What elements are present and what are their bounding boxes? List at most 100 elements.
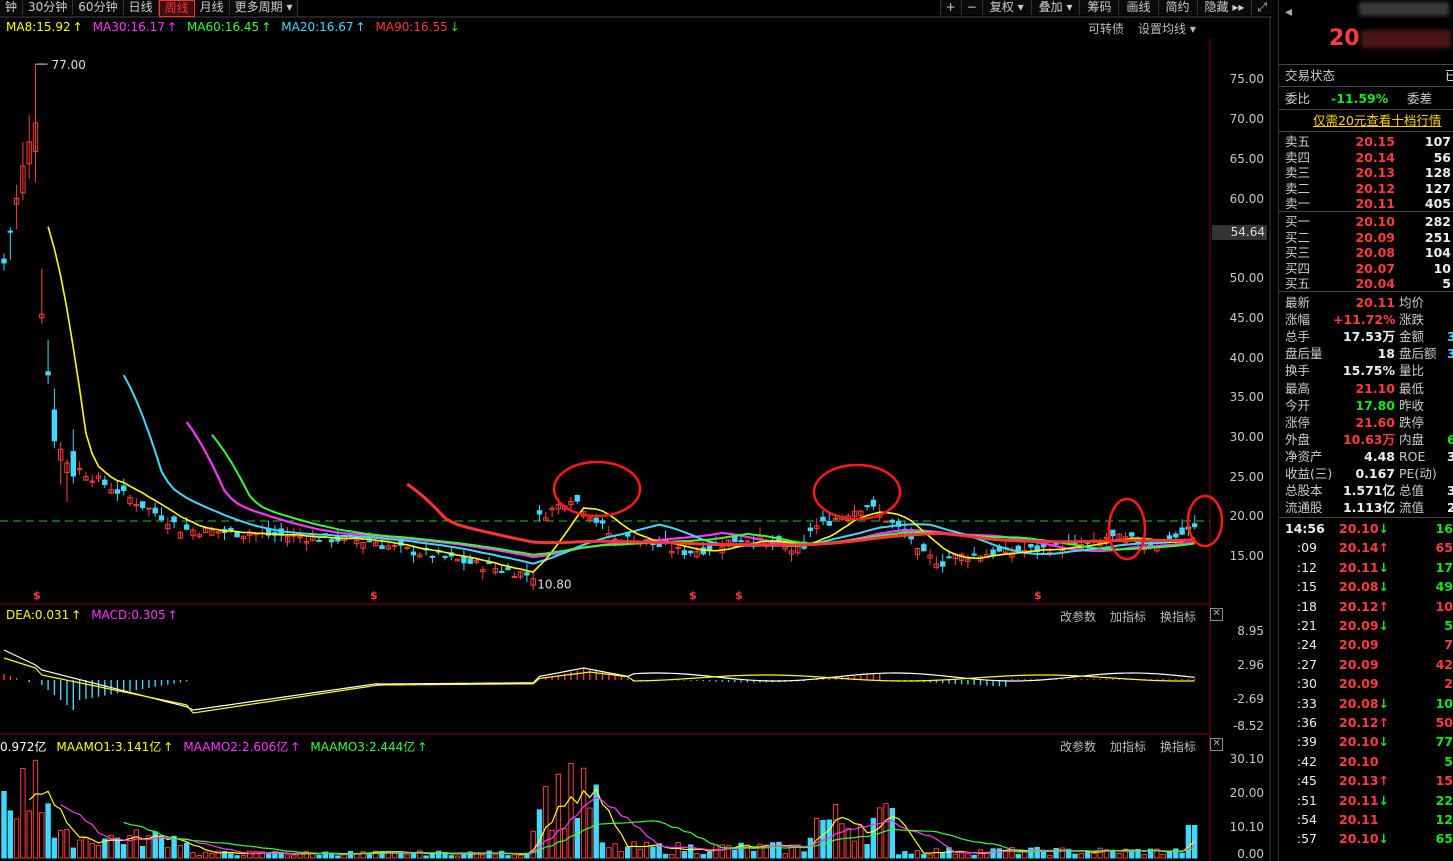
panel-button-1[interactable]: 加指标 [1110,608,1146,625]
axis-label: 70.00 [1229,112,1264,126]
candle-body [744,540,751,543]
tick-row: :15 20.08↓ 49 [1296,579,1453,595]
candle-body [121,485,127,492]
highlight-circle [1186,494,1224,548]
volume-bar [265,853,272,859]
dividend-marker: $ [689,589,697,602]
period-tab-4[interactable]: 周线 [158,0,195,17]
volume-bar [568,763,574,859]
panel-button-0[interactable]: 改参数 [1060,608,1096,625]
volume-bar [448,855,455,859]
volume-bar [895,854,902,859]
candle-body [870,499,877,507]
candle-body [45,371,51,376]
webi-row: 委比 -11.59% 委差 [1285,91,1433,106]
candle-body [7,230,14,233]
candle-body [158,515,165,521]
volume-bar [650,846,656,859]
tool-button-1[interactable]: − [960,0,982,15]
legend-item-0: MA8:15.92 ↑ [6,20,83,34]
panel-button-2[interactable]: 换指标 [1160,608,1196,625]
panel-button-2[interactable]: 换指标 [1160,738,1196,755]
orderbook-row: 买五 20.04 5 [1285,276,1451,292]
volume-bar [1059,847,1066,859]
tool-button-6[interactable]: 简约 [1157,0,1197,15]
volume-bar [971,854,977,859]
volume-bar [32,759,39,859]
volume-bar [423,855,429,859]
tool-button-7[interactable]: 隐藏 ▸▸ [1196,0,1252,15]
volume-bar [965,853,971,859]
stock-price-header: 20 [1329,26,1360,51]
candle-body [297,536,303,539]
kline-chart[interactable]: 77.00 10.80 $ $ $ $ $ [0,0,1272,861]
volume-bar [984,852,990,859]
tick-row: :27 20.09 42 [1296,656,1453,672]
stat-row: 外盘 10.63万 内盘 6 [1285,431,1453,447]
tool-button-2[interactable]: 复权 ▾ [981,0,1031,15]
volume-bar [958,852,965,859]
tool-button-8[interactable]: ⤢ [1251,0,1272,15]
orderbook-row: 买一 20.10 282 [1285,214,1451,229]
period-tab-2[interactable]: 60分钟 [73,0,124,15]
tick-row: :18 20.12↑ 10 [1296,598,1453,614]
main-option-0[interactable]: 可转债 [1088,20,1124,37]
candle-body [1129,532,1135,537]
back-arrow-icon[interactable]: ◂ [1285,4,1292,20]
stat-row: 总手 17.53万 金额 3 [1285,329,1453,345]
candle-body [102,479,108,485]
panel-button-0[interactable]: 改参数 [1060,738,1096,755]
trade-state-row: 交易状态 已 [1285,68,1453,83]
volume-bar [499,850,505,859]
axis-label: 10.10 [1229,820,1264,834]
volume-bar [202,851,209,859]
legend-item-3: MA20:16.67 ↑ [281,20,366,34]
period-tab-0[interactable]: 钟 [0,0,24,15]
candle-body [832,517,839,520]
candle-body [410,551,417,556]
panel-button-1[interactable]: 加指标 [1110,738,1146,755]
candle-body [1110,529,1116,537]
candle-body [820,516,826,521]
promo-link[interactable]: 仅需20元查看十档行情 [1313,112,1453,129]
candle-body [738,540,744,543]
volume-bar [940,852,946,859]
price-redacted [1361,30,1451,48]
period-tab-1[interactable]: 30分钟 [23,0,74,15]
orderbook-row: 卖二 20.12 127 [1285,180,1451,196]
tool-button-0[interactable]: + [939,0,961,15]
period-tab-3[interactable]: 日线 [123,0,159,15]
stat-row: 涨停 21.60 跌停 [1285,414,1425,430]
main-option-1[interactable]: 设置均线 ▾ [1138,20,1196,37]
volume-bar [990,848,996,859]
volume-bar [643,841,650,859]
tool-button-5[interactable]: 画线 [1118,0,1158,15]
close-icon[interactable]: ✕ [1210,608,1224,621]
volume-bar [291,854,297,859]
legend-item-4: MA90:16.55 ↓ [375,20,460,34]
macd-dea-line [3,657,1195,714]
volume-bar [1110,849,1116,859]
axis-label: 45.00 [1229,311,1264,325]
volume-bar [247,850,253,859]
axis-label: 40.00 [1229,351,1264,365]
period-tab-6[interactable]: 更多周期 ▾ [229,0,299,15]
volume-bar [606,847,612,859]
volume-bar [165,847,171,859]
close-icon[interactable]: ✕ [1210,738,1224,751]
stat-row: 收益(三) 0.167 PE(动) [1285,466,1437,481]
volume-bar [921,854,927,859]
candle-body [316,539,322,542]
stat-row: 净资产 4.48 ROE 3 [1285,448,1453,464]
period-tab-5[interactable]: 月线 [194,0,230,15]
volume-bar [593,784,599,859]
tick-row: :12 20.11↓ 17 [1296,559,1453,575]
tool-button-3[interactable]: 叠加 ▾ [1030,0,1080,15]
volume-bar [517,854,524,859]
legend-item-0: DEA:0.031 ↑ [6,608,82,622]
volume-bar [316,854,322,859]
tool-button-4[interactable]: 筹码 [1079,0,1119,15]
volume-bar [45,803,51,859]
legend-item-1: MA30:16.17 ↑ [92,20,177,34]
orderbook-row: 买四 20.07 10 [1285,260,1451,276]
